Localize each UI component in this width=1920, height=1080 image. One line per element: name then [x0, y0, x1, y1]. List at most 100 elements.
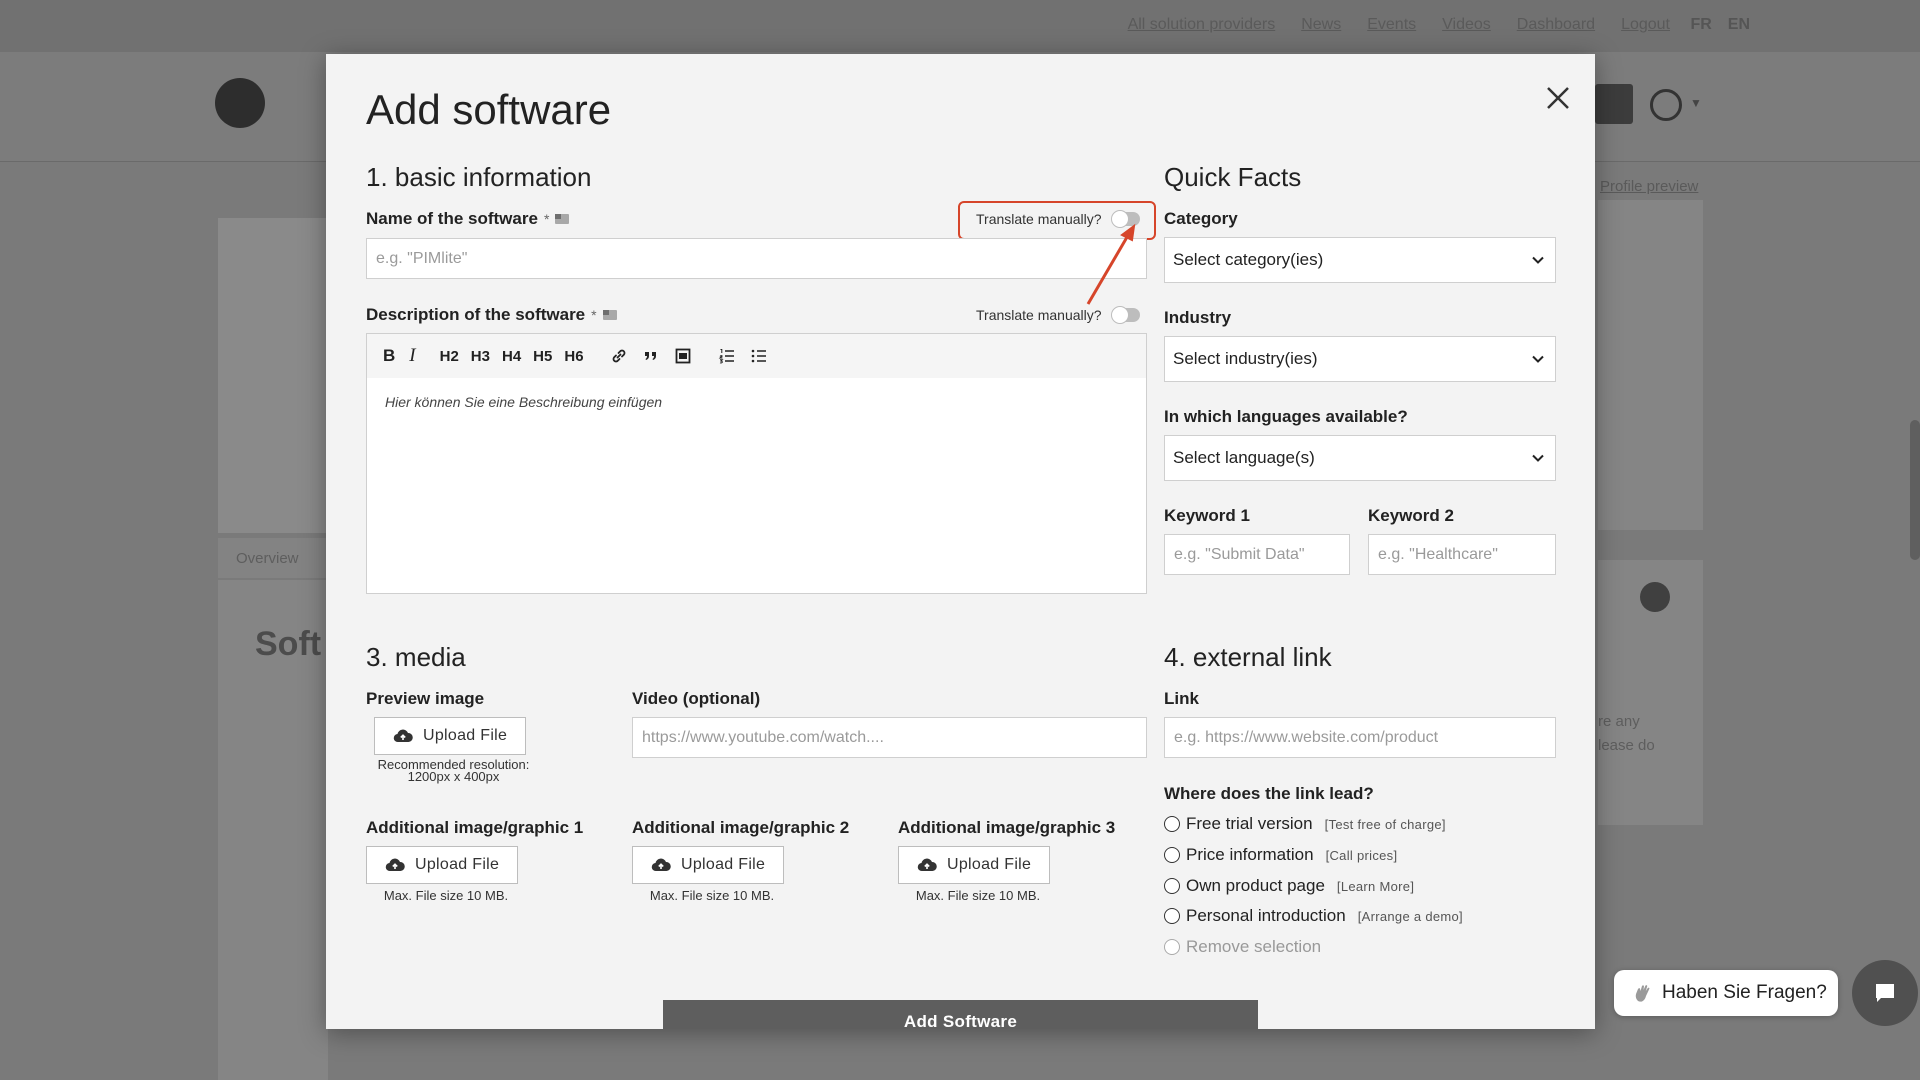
category-select[interactable]: Select category(ies): [1164, 237, 1556, 283]
chevron-down-icon: [1532, 256, 1544, 264]
languages-label: In which languages available?: [1164, 407, 1408, 426]
additional-image-1-upload-button[interactable]: Upload File: [366, 846, 519, 884]
link-label: Link: [1164, 689, 1199, 708]
image-icon: [675, 348, 690, 364]
background-overview-tab: Overview: [218, 538, 328, 578]
background-right-card: [1598, 200, 1703, 530]
description-editor[interactable]: Hier können Sie eine Beschreibung einfüg…: [366, 378, 1147, 594]
file-size-note: Max. File size 10 MB.: [383, 888, 509, 903]
radio-price-information[interactable]: Price information [Call prices]: [1164, 845, 1397, 865]
highlight-annotation: [958, 201, 1156, 240]
file-size-note: Max. File size 10 MB.: [915, 888, 1041, 903]
additional-image-2-label: Additional image/graphic 2: [632, 818, 850, 837]
additional-image-2-upload-button[interactable]: Upload File: [632, 846, 785, 884]
background-heading: Soft: [255, 625, 322, 663]
chat-launcher-button[interactable]: [1852, 960, 1918, 1026]
radio-personal-introduction[interactable]: Personal introduction [Arrange a demo]: [1164, 906, 1463, 926]
modal-title: Add software: [366, 86, 612, 133]
link-lead-label: Where does the link lead?: [1164, 784, 1374, 803]
bullet-list-button[interactable]: [750, 347, 768, 365]
section-media-title: 3. media: [366, 642, 466, 672]
radio-button[interactable]: [1164, 939, 1180, 955]
add-software-modal: Add software 1. basic information Name o…: [326, 54, 1595, 1029]
video-url-input[interactable]: [632, 717, 1147, 758]
section-basic-title: 1. basic information: [366, 162, 592, 192]
preview-upload-button[interactable]: Upload File: [374, 717, 527, 755]
video-label: Video (optional): [632, 689, 761, 708]
ordered-list-button[interactable]: [718, 347, 736, 365]
chevron-down-icon: ▼: [1690, 96, 1702, 110]
background-avatar: [1650, 89, 1682, 121]
keyword1-input[interactable]: [1164, 534, 1350, 575]
cloud-upload-icon: [385, 858, 405, 872]
heading-h3-button[interactable]: H3: [471, 348, 490, 365]
heading-h2-button[interactable]: H2: [440, 348, 459, 365]
background-logo: [215, 78, 265, 128]
name-label: Name of the software *: [366, 209, 570, 229]
keyword1-label: Keyword 1: [1164, 506, 1250, 525]
section-external-link-title: 4. external link: [1164, 642, 1332, 672]
radio-button[interactable]: [1164, 847, 1180, 863]
ordered-list-icon: [718, 349, 734, 364]
additional-image-1-label: Additional image/graphic 1: [366, 818, 584, 837]
recommended-resolution: Recommended resolution: 1200px x 400px: [377, 757, 530, 784]
radio-button[interactable]: [1164, 908, 1180, 924]
flag-icon: [602, 310, 617, 320]
top-link: All solution providers: [1127, 16, 1276, 33]
description-label: Description of the software *: [366, 305, 617, 325]
bullet-list-icon: [751, 349, 766, 363]
external-link-input[interactable]: [1164, 717, 1556, 758]
background-left-card: [218, 218, 328, 533]
top-link: News: [1301, 16, 1342, 33]
radio-button[interactable]: [1164, 816, 1180, 832]
quote-button[interactable]: [642, 347, 660, 365]
link-icon: [612, 349, 625, 363]
heading-h5-button[interactable]: H5: [533, 348, 552, 365]
add-software-button[interactable]: Add Software: [663, 1000, 1258, 1029]
additional-image-3-upload-button[interactable]: Upload File: [898, 846, 1051, 884]
background-edit-icon: [1640, 582, 1670, 612]
bold-button[interactable]: B: [383, 346, 395, 366]
translate-manually-description: Translate manually?: [976, 306, 1140, 324]
chevron-down-icon: [1532, 454, 1544, 462]
radio-own-product-page[interactable]: Own product page [Learn More]: [1164, 876, 1414, 896]
background-profile-preview: Profile preview: [1600, 178, 1699, 195]
cloud-upload-icon: [917, 858, 937, 872]
waving-hand-icon: [1635, 985, 1650, 1002]
languages-select[interactable]: Select language(s): [1164, 435, 1556, 481]
top-link: Dashboard: [1516, 16, 1596, 33]
chat-bubble[interactable]: Haben Sie Fragen?: [1614, 970, 1838, 1016]
close-button[interactable]: [1538, 78, 1578, 118]
top-link: Videos: [1442, 16, 1491, 33]
additional-image-3-label: Additional image/graphic 3: [898, 818, 1116, 837]
cloud-upload-icon: [393, 729, 413, 743]
heading-h6-button[interactable]: H6: [564, 348, 583, 365]
software-name-input[interactable]: [366, 238, 1147, 279]
heading-h4-button[interactable]: H4: [502, 348, 521, 365]
background-header-button: [1595, 84, 1633, 124]
background-top-links: All solution providers News Events Video…: [1128, 16, 1670, 34]
industry-label: Industry: [1164, 308, 1232, 327]
close-icon: [1547, 87, 1569, 109]
section-quick-facts-title: Quick Facts: [1164, 162, 1302, 192]
file-size-note: Max. File size 10 MB.: [649, 888, 775, 903]
keyword2-input[interactable]: [1368, 534, 1556, 575]
cloud-upload-icon: [651, 858, 671, 872]
background-scrollbar: [1910, 420, 1920, 560]
italic-button[interactable]: I: [409, 345, 415, 367]
link-button[interactable]: [610, 347, 628, 365]
background-side-text: re any lease do: [1598, 713, 1655, 754]
image-button[interactable]: [674, 347, 692, 365]
radio-remove-selection[interactable]: Remove selection: [1164, 937, 1321, 957]
chevron-down-icon: [1532, 355, 1544, 363]
category-label: Category: [1164, 209, 1238, 228]
background-language-switch: FR EN: [1690, 16, 1750, 33]
top-link: Events: [1367, 16, 1417, 33]
industry-select[interactable]: Select industry(ies): [1164, 336, 1556, 382]
top-link: Logout: [1621, 16, 1670, 33]
radio-button[interactable]: [1164, 878, 1180, 894]
chat-icon: [1876, 984, 1894, 1002]
preview-image-label: Preview image: [366, 689, 485, 708]
radio-free-trial[interactable]: Free trial version [Test free of charge]: [1164, 814, 1446, 834]
translate-description-toggle[interactable]: [1110, 306, 1140, 324]
